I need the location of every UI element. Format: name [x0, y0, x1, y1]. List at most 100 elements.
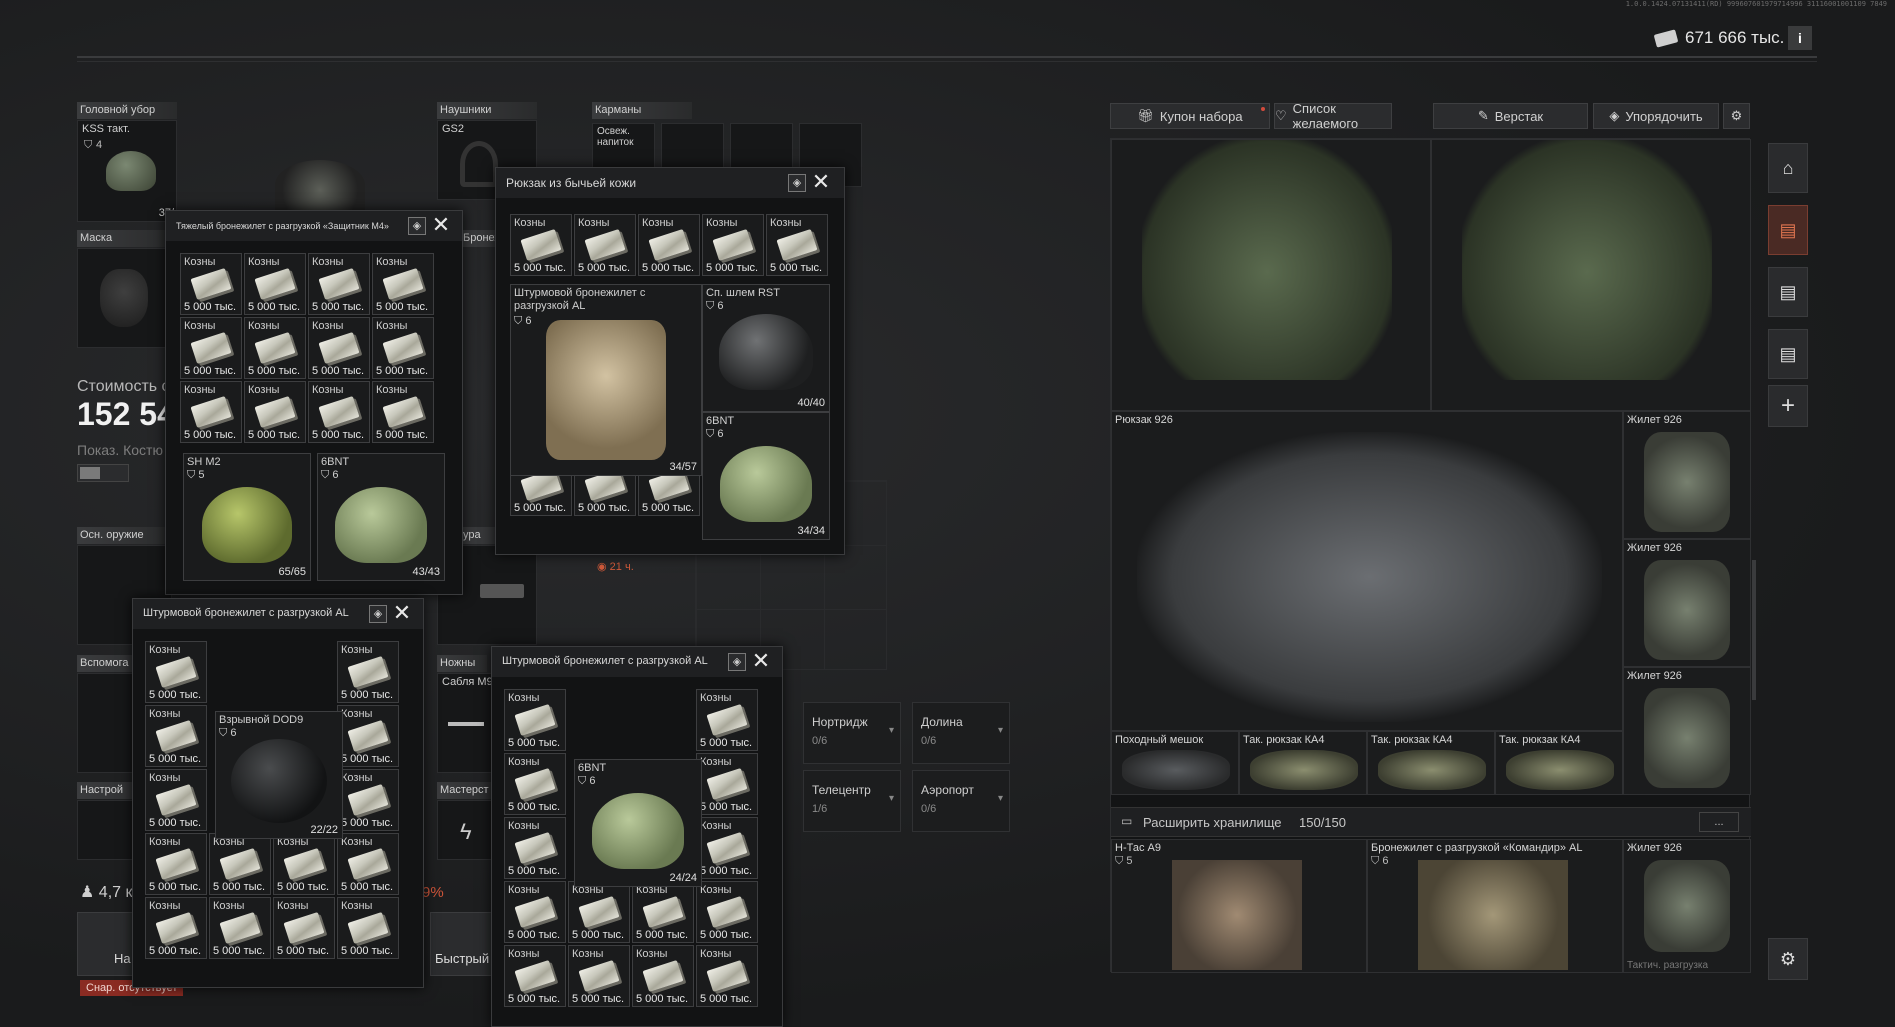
close-icon[interactable]: ✕ [430, 214, 452, 237]
cash-stack[interactable]: Козны5 000 тыс. [504, 689, 566, 751]
tab-workbench[interactable]: ✎ Верстак [1433, 103, 1588, 129]
cash-stack[interactable]: Козны5 000 тыс. [766, 214, 828, 276]
helmet-6bnt[interactable]: 6BNT ⛉ 6 43/43 [317, 453, 445, 581]
cash-stack[interactable]: Козны5 000 тыс. [632, 881, 694, 943]
cash-stack[interactable]: Козны5 000 тыс. [504, 945, 566, 1007]
stash-cell-vest-2[interactable]: Жилет 926 [1623, 539, 1751, 667]
cash-stack[interactable]: Козны5 000 тыс. [696, 945, 758, 1007]
cash-stack[interactable]: Козны5 000 тыс. [696, 689, 758, 751]
cash-stack[interactable]: Козны5 000 тыс. [337, 705, 399, 767]
sort-icon[interactable]: ◈ [408, 217, 426, 235]
sort-icon[interactable]: ◈ [369, 605, 387, 623]
vest-assault-al[interactable]: Штурмовой бронежилет с разгрузкой AL ⛉ 6… [510, 284, 702, 476]
close-icon[interactable]: ✕ [810, 171, 832, 194]
cash-stack[interactable]: Козны5 000 тыс. [696, 817, 758, 879]
expand-storage-bar[interactable]: ▭ Расширить хранилище 150/150 ... [1111, 807, 1751, 837]
cash-stack[interactable]: Козны5 000 тыс. [244, 317, 306, 379]
cash-stack[interactable]: Козны5 000 тыс. [308, 317, 370, 379]
knife-slot[interactable]: Сабля М9 [437, 673, 497, 773]
container-button-1[interactable]: ▤ [1768, 267, 1808, 317]
cash-stack[interactable]: Козны5 000 тыс. [568, 945, 630, 1007]
stash-cell-tac-1[interactable]: Так. рюкзак КА4 [1239, 731, 1367, 795]
stash-settings-button[interactable]: ⚙ [1723, 103, 1750, 129]
cash-stack[interactable]: Козны5 000 тыс. [504, 753, 566, 815]
window-header[interactable]: Рюкзак из бычьей кожи ◈ ✕ [496, 168, 844, 198]
stash-cell-backpack-1[interactable] [1111, 139, 1431, 411]
helmet-6bnt[interactable]: 6BNT ⛉ 6 34/34 [702, 412, 830, 540]
cash-stack[interactable]: Козны5 000 тыс. [145, 897, 207, 959]
cash-stack[interactable]: Козны5 000 тыс. [337, 641, 399, 703]
helmet-sh-m2[interactable]: SH M2 ⛉ 5 65/65 [183, 453, 311, 581]
mask-slot[interactable] [77, 248, 172, 348]
task-airport[interactable]: Аэропорт 0/6 ▾ [912, 770, 1010, 832]
cash-stack[interactable]: Козны5 000 тыс. [568, 881, 630, 943]
cash-stack[interactable]: Козны5 000 тыс. [632, 945, 694, 1007]
cash-stack[interactable]: Козны5 000 тыс. [372, 317, 434, 379]
add-container-button[interactable]: + [1768, 385, 1808, 427]
container-button-2[interactable]: ▤ [1768, 329, 1808, 379]
cash-stack[interactable]: Козны5 000 тыс. [145, 705, 207, 767]
cash-stack[interactable]: Козны5 000 тыс. [209, 897, 271, 959]
cash-stack[interactable]: Козны5 000 тыс. [180, 317, 242, 379]
stash-cell-tac-2[interactable]: Так. рюкзак КА4 [1367, 731, 1495, 795]
cash-stack[interactable]: Козны5 000 тыс. [273, 833, 335, 895]
tab-wishlist[interactable]: ♡ Список желаемого [1274, 101, 1392, 131]
helmet-dod9[interactable]: Взрывной DOD9 ⛉ 6 22/22 [215, 711, 343, 839]
tab-kit-coupon[interactable]: 🎁︎ Купон набора [1110, 103, 1270, 129]
cash-stack[interactable]: Козны5 000 тыс. [337, 833, 399, 895]
cash-stack[interactable]: Козны5 000 тыс. [696, 881, 758, 943]
cash-stack[interactable]: Козны5 000 тыс. [372, 381, 434, 443]
stash-cell-backpack-926[interactable]: Рюкзак 926 [1111, 411, 1623, 731]
cash-stack[interactable]: Козны5 000 тыс. [244, 381, 306, 443]
sort-icon[interactable]: ◈ [728, 653, 746, 671]
headwear-slot[interactable]: KSS такт. ⛉ 4 37/ [77, 120, 177, 222]
cash-stack[interactable]: Козны5 000 тыс. [372, 253, 434, 315]
cash-stack[interactable]: Козны5 000 тыс. [337, 897, 399, 959]
costume-toggle[interactable] [77, 464, 129, 482]
cash-stack[interactable]: Козны5 000 тыс. [638, 214, 700, 276]
stash-cell-htac[interactable]: Н-Тас А9 ⛉ 5 [1111, 839, 1367, 973]
stash-cell-vest-1[interactable]: Жилет 926 [1623, 411, 1751, 539]
helmet-rst[interactable]: Сп. шлем RST ⛉ 6 40/40 [702, 284, 830, 412]
cash-stack[interactable]: Козны5 000 тыс. [180, 381, 242, 443]
close-icon[interactable]: ✕ [750, 650, 772, 673]
sort-icon[interactable]: ◈ [788, 174, 806, 192]
task-northridge[interactable]: Нортридж 0/6 ▾ [803, 702, 901, 764]
close-icon[interactable]: ✕ [391, 602, 413, 625]
quick-button[interactable]: Быстрый [430, 912, 498, 976]
helmet-6bnt[interactable]: 6BNT ⛉ 6 24/24 [574, 759, 702, 887]
stash-cell-backpack-2[interactable] [1431, 139, 1751, 411]
cash-stack[interactable]: Козны5 000 тыс. [209, 833, 271, 895]
master-slot[interactable]: ϟ [437, 800, 497, 860]
stash-cell-tac-3[interactable]: Так. рюкзак КА4 [1495, 731, 1623, 795]
window-header[interactable]: Штурмовой бронежилет с разгрузкой AL ◈ ✕ [492, 647, 782, 677]
cash-stack[interactable]: Козны5 000 тыс. [180, 253, 242, 315]
cash-stack[interactable]: Козны5 000 тыс. [244, 253, 306, 315]
more-button[interactable]: ... [1699, 812, 1739, 832]
cash-stack[interactable]: Козны5 000 тыс. [510, 214, 572, 276]
cash-stack[interactable]: Козны5 000 тыс. [145, 769, 207, 831]
cash-stack[interactable]: Козны5 000 тыс. [273, 897, 335, 959]
cash-stack[interactable]: Козны5 000 тыс. [504, 817, 566, 879]
cash-stack[interactable]: Козны5 000 тыс. [308, 253, 370, 315]
cash-stack[interactable]: Козны5 000 тыс. [504, 881, 566, 943]
window-header[interactable]: Штурмовой бронежилет с разгрузкой AL ◈ ✕ [133, 599, 423, 629]
info-button[interactable]: i [1788, 26, 1812, 50]
cash-stack[interactable]: Козны5 000 тыс. [145, 833, 207, 895]
task-telecenter[interactable]: Телецентр 1/6 ▾ [803, 770, 901, 832]
task-valley[interactable]: Долина 0/6 ▾ [912, 702, 1010, 764]
tab-sort[interactable]: ◈ Упорядочить [1593, 103, 1719, 129]
stash-cell-pouch[interactable]: Походный мешок [1111, 731, 1239, 795]
stash-cell-vest-3[interactable]: Жилет 926 [1623, 667, 1751, 795]
cash-stack[interactable]: Козны5 000 тыс. [574, 214, 636, 276]
cash-stack[interactable]: Козны5 000 тыс. [702, 214, 764, 276]
stash-scrollbar[interactable] [1752, 560, 1756, 700]
hideout-button[interactable]: ⌂ [1768, 143, 1808, 193]
cash-stack[interactable]: Козны5 000 тыс. [337, 769, 399, 831]
stash-cell-vest-4[interactable]: Жилет 926 Тактич. разгрузка [1623, 839, 1751, 973]
stash-tab-button[interactable]: ▤ [1768, 205, 1808, 255]
cash-stack[interactable]: Козны5 000 тыс. [145, 641, 207, 703]
cash-stack[interactable]: Козны5 000 тыс. [696, 753, 758, 815]
window-header[interactable]: Тяжелый бронежилет с разгрузкой «Защитни… [166, 211, 462, 241]
bottom-settings-button[interactable]: ⚙ [1768, 938, 1808, 980]
